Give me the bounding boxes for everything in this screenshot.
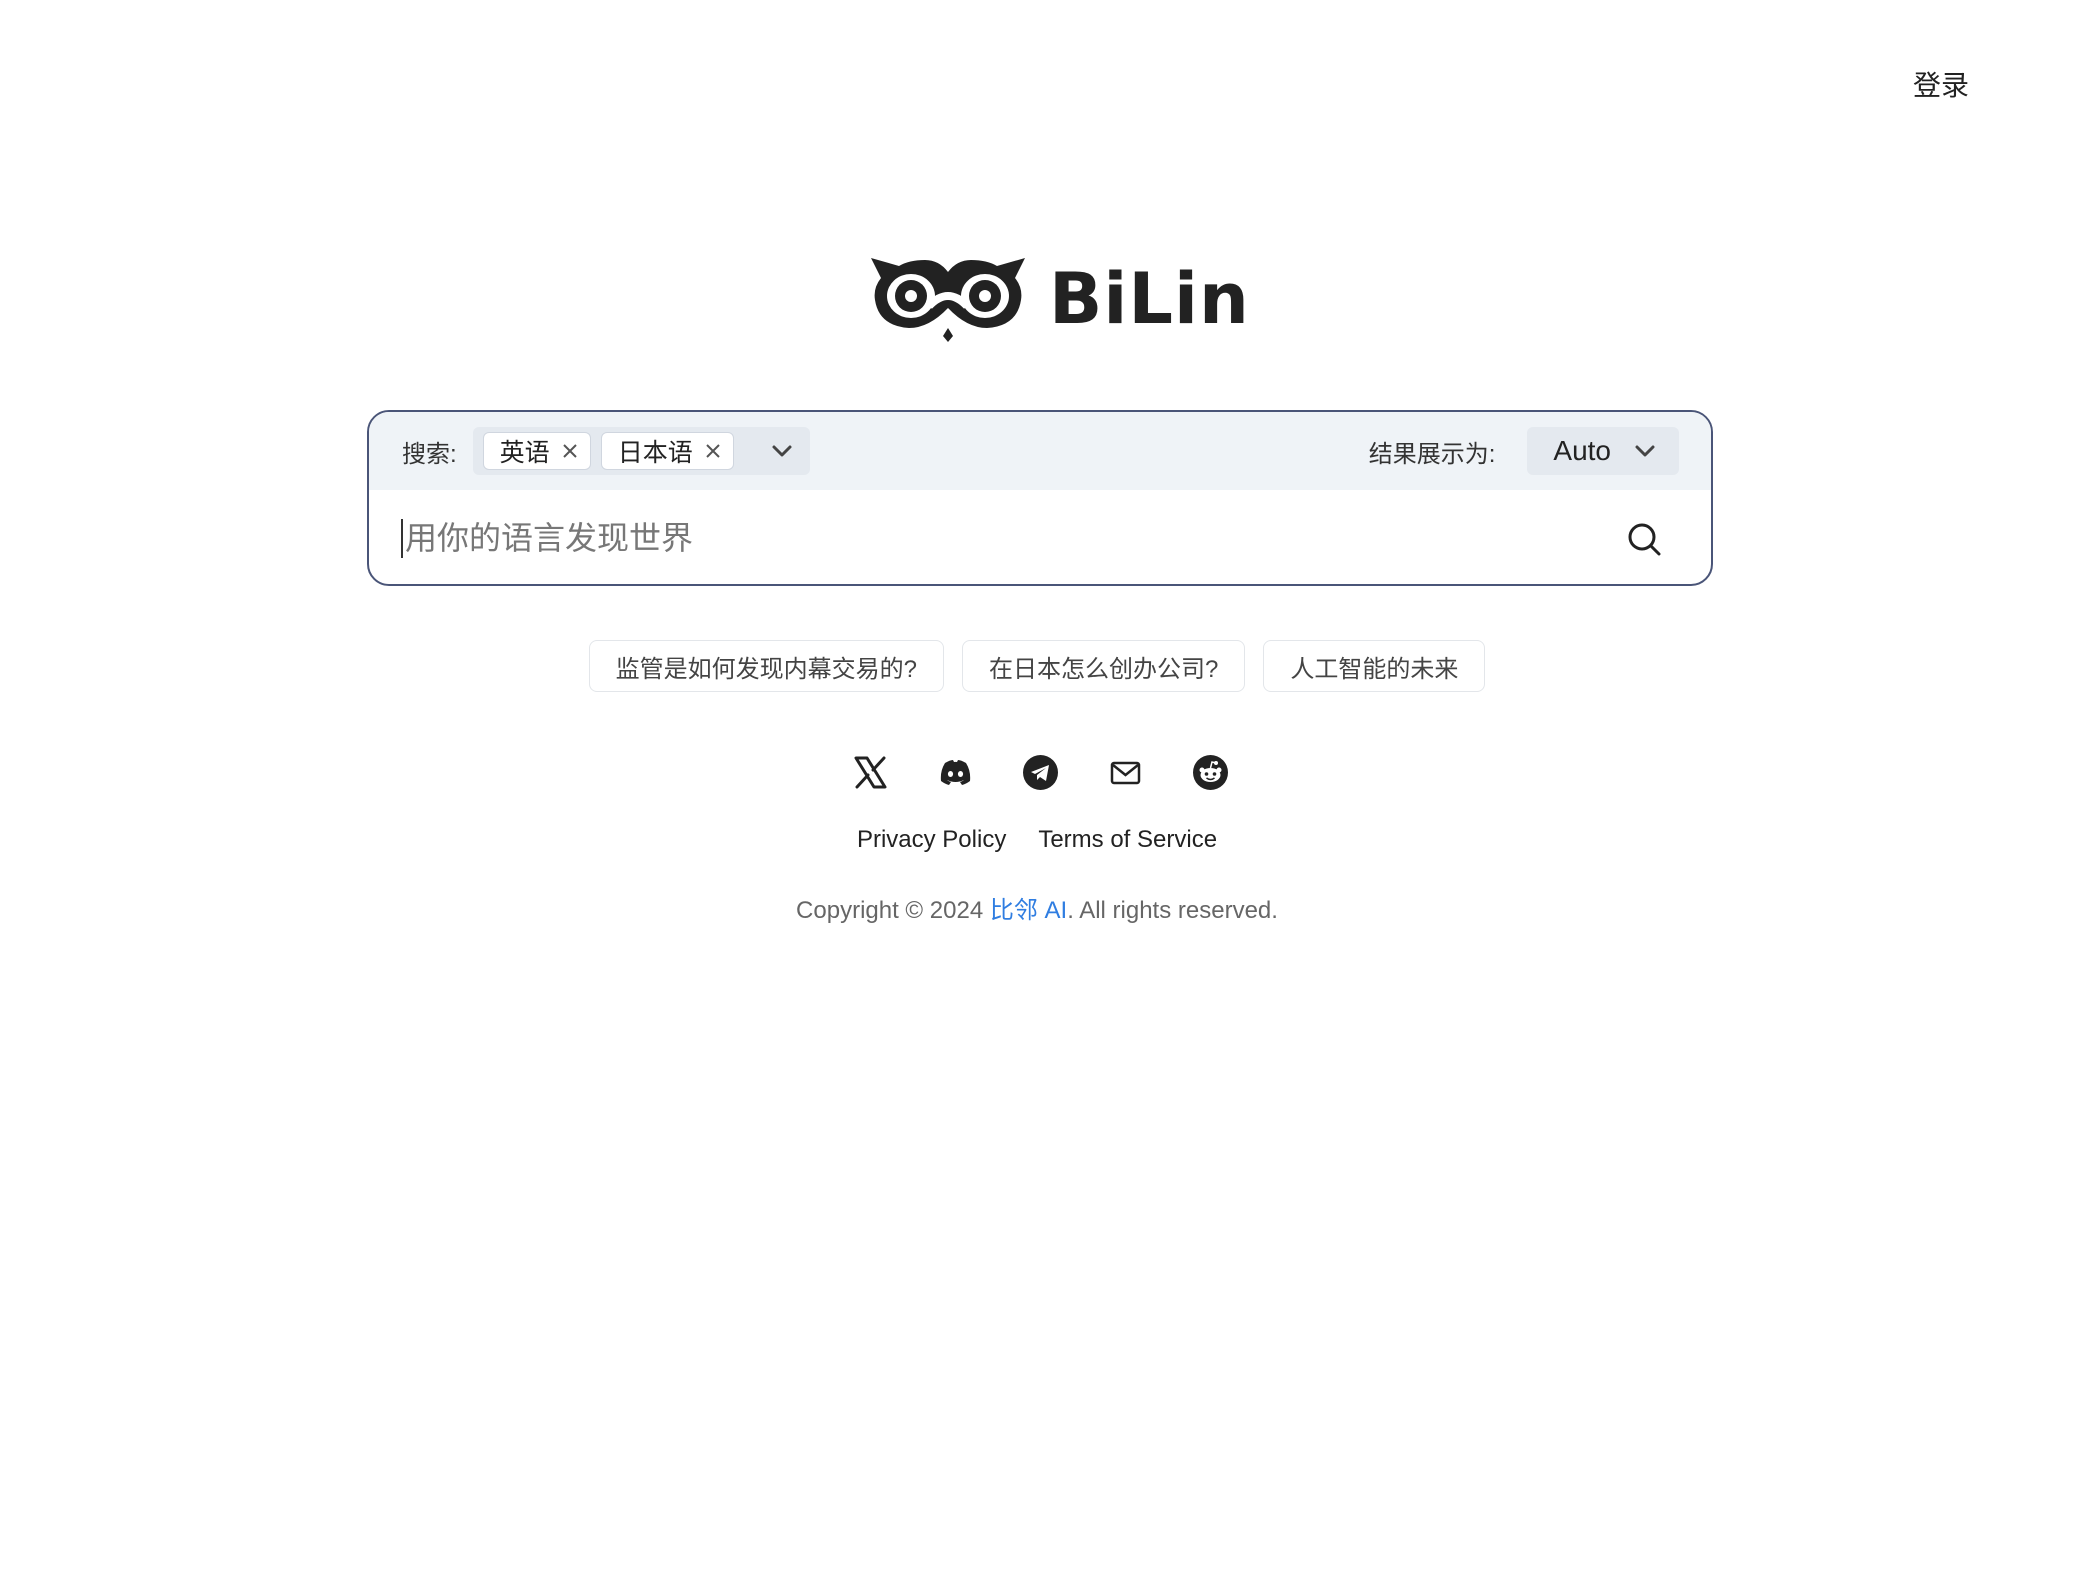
language-tag-japanese: 日本语	[600, 432, 734, 470]
language-multiselect[interactable]: 英语 日本语	[472, 427, 810, 475]
discord-icon[interactable]	[937, 754, 974, 791]
search-toolbar: 搜索: 英语 日本语 结果展示为: Auto	[369, 412, 1711, 490]
suggestion-chip[interactable]: 监管是如何发现内幕交易的?	[588, 640, 944, 692]
social-links	[852, 754, 1229, 791]
brand-link[interactable]: 比邻 AI	[990, 897, 1067, 924]
reddit-icon[interactable]	[1192, 754, 1229, 791]
copyright-suffix: . All rights reserved.	[1067, 897, 1278, 924]
display-mode-select[interactable]: Auto	[1527, 427, 1679, 475]
suggestion-chip[interactable]: 在日本怎么创办公司?	[962, 640, 1246, 692]
search-icon[interactable]	[1625, 520, 1663, 558]
display-mode-group: 结果展示为: Auto	[1369, 412, 1679, 490]
suggestion-chip[interactable]: 人工智能的未来	[1263, 640, 1486, 692]
owl-infinity-logo-icon	[871, 258, 1025, 342]
chevron-down-icon	[1635, 445, 1655, 457]
close-icon[interactable]	[703, 441, 723, 461]
logo: BiLin	[869, 256, 1250, 342]
copyright-prefix: Copyright © 2024	[796, 897, 990, 924]
suggestion-list: 监管是如何发现内幕交易的? 在日本怎么创办公司? 人工智能的未来	[0, 640, 2074, 692]
language-tag-label: 日本语	[617, 439, 693, 467]
display-mode-label: 结果展示为:	[1368, 440, 1496, 468]
language-tag-label: 英语	[499, 439, 550, 467]
x-icon[interactable]	[852, 754, 889, 791]
login-button[interactable]: 登录	[1913, 64, 1969, 104]
search-box: 搜索: 英语 日本语 结果展示为: Auto	[367, 410, 1713, 586]
close-icon[interactable]	[560, 441, 580, 461]
language-tag-english: 英语	[482, 432, 591, 470]
copyright: Copyright © 2024 比邻 AI. All rights reser…	[0, 890, 2074, 925]
search-input[interactable]	[401, 518, 1587, 558]
chevron-down-icon[interactable]	[768, 437, 796, 465]
search-language-label: 搜索:	[402, 440, 457, 468]
telegram-icon[interactable]	[1022, 754, 1059, 791]
display-mode-value: Auto	[1553, 435, 1611, 466]
logo-text: BiLin	[1049, 258, 1250, 340]
search-row	[369, 490, 1711, 584]
mail-icon[interactable]	[1107, 754, 1144, 791]
privacy-policy-link[interactable]: Privacy Policy	[857, 826, 1006, 854]
terms-of-service-link[interactable]: Terms of Service	[1038, 826, 1217, 854]
footer-links: Privacy Policy Terms of Service	[0, 826, 2074, 854]
